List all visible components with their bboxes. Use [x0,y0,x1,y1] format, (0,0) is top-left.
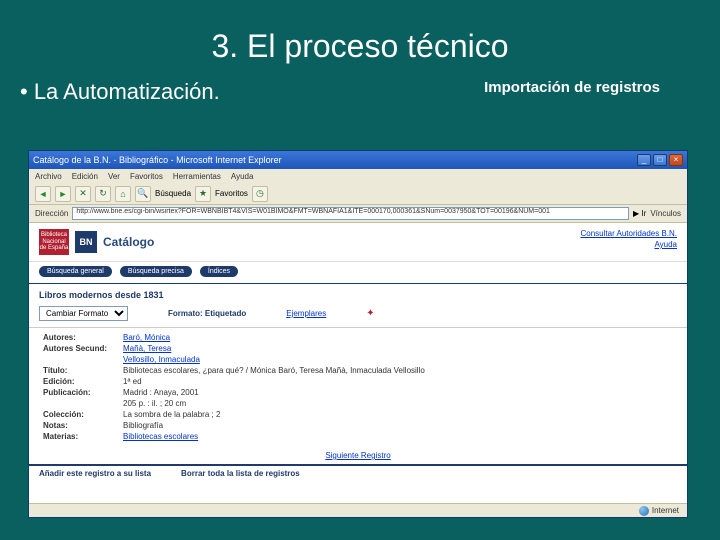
authorities-link[interactable]: Consultar Autoridades B.N. [581,229,678,238]
next-record-link[interactable]: Siguiente Registro [325,451,390,460]
tab-precise[interactable]: Búsqueda precisa [120,266,192,277]
clear-list-link[interactable]: Borrar toda la lista de registros [181,469,300,478]
menu-item[interactable]: Edición [72,172,98,181]
home-button[interactable]: ⌂ [115,186,131,202]
section-heading: Libros modernos desde 1831 [29,283,687,302]
format-label: Formato: Etiquetado [168,309,246,318]
menu-item[interactable]: Ayuda [231,172,254,181]
address-label: Dirección [35,209,68,218]
links-label[interactable]: Vínculos [650,209,681,218]
search-label: Búsqueda [155,189,191,198]
search-button[interactable]: 🔍 [135,186,151,202]
history-button[interactable]: ◷ [252,186,268,202]
back-button[interactable]: ◄ [35,186,51,202]
slide-title: 3. El proceso técnico [0,0,720,65]
stop-button[interactable]: ✕ [75,186,91,202]
go-button[interactable]: ▶ Ir [633,209,646,218]
address-input[interactable]: http://www.bne.es/cgi-bin/wsirtex?FOR=WB… [72,207,629,220]
record-fields: Autores:Baró, Mónica Autores Secund:Mañà… [29,327,687,446]
catalogo-heading: Catálogo [103,235,154,249]
tab-general[interactable]: Búsqueda general [39,266,112,277]
zone-indicator: Internet [639,506,679,516]
subject-link[interactable]: Bibliotecas escolares [123,432,198,441]
address-bar: Dirección http://www.bne.es/cgi-bin/wsir… [29,205,687,223]
format-select[interactable]: Cambiar Formato [39,306,128,321]
favorites-button[interactable]: ★ [195,186,211,202]
author2-link[interactable]: Mañà, Teresa [123,344,171,353]
author-link[interactable]: Baró, Mónica [123,333,170,342]
forward-button[interactable]: ► [55,186,71,202]
logo-block: BibliotecaNacionalde España BN Catálogo [39,229,154,255]
titlebar: Catálogo de la B.N. - Bibliográfico - Mi… [29,151,687,169]
menubar: Archivo Edición Ver Favoritos Herramient… [29,169,687,183]
help-link[interactable]: Ayuda [581,240,678,249]
status-bar: Internet [29,503,687,517]
globe-icon [639,506,649,516]
window-title: Catálogo de la B.N. - Bibliográfico - Mi… [33,155,282,165]
maximize-button[interactable]: □ [653,154,667,166]
browser-window: Catálogo de la B.N. - Bibliográfico - Mi… [28,150,688,518]
favorites-label: Favoritos [215,189,248,198]
star-icon[interactable]: ✦ [366,308,374,319]
slide-bullet: • La Automatización. [20,79,220,105]
add-record-link[interactable]: Añadir este registro a su lista [39,469,151,478]
minimize-button[interactable]: _ [637,154,651,166]
author3-link[interactable]: Vellosillo, Inmaculada [123,355,200,364]
menu-item[interactable]: Ver [108,172,120,181]
bn-icon: BN [75,231,97,253]
ejemplares-link[interactable]: Ejemplares [286,309,326,318]
tab-indices[interactable]: Índices [200,266,238,277]
bne-logo: BibliotecaNacionalde España [39,229,69,255]
menu-item[interactable]: Favoritos [130,172,163,181]
close-button[interactable]: × [669,154,683,166]
menu-item[interactable]: Herramientas [173,172,221,181]
refresh-button[interactable]: ↻ [95,186,111,202]
page-content: BibliotecaNacionalde España BN Catálogo … [29,223,687,503]
slide-subtitle: Importación de registros [484,79,660,105]
toolbar: ◄ ► ✕ ↻ ⌂ 🔍 Búsqueda ★ Favoritos ◷ [29,183,687,205]
menu-item[interactable]: Archivo [35,172,62,181]
